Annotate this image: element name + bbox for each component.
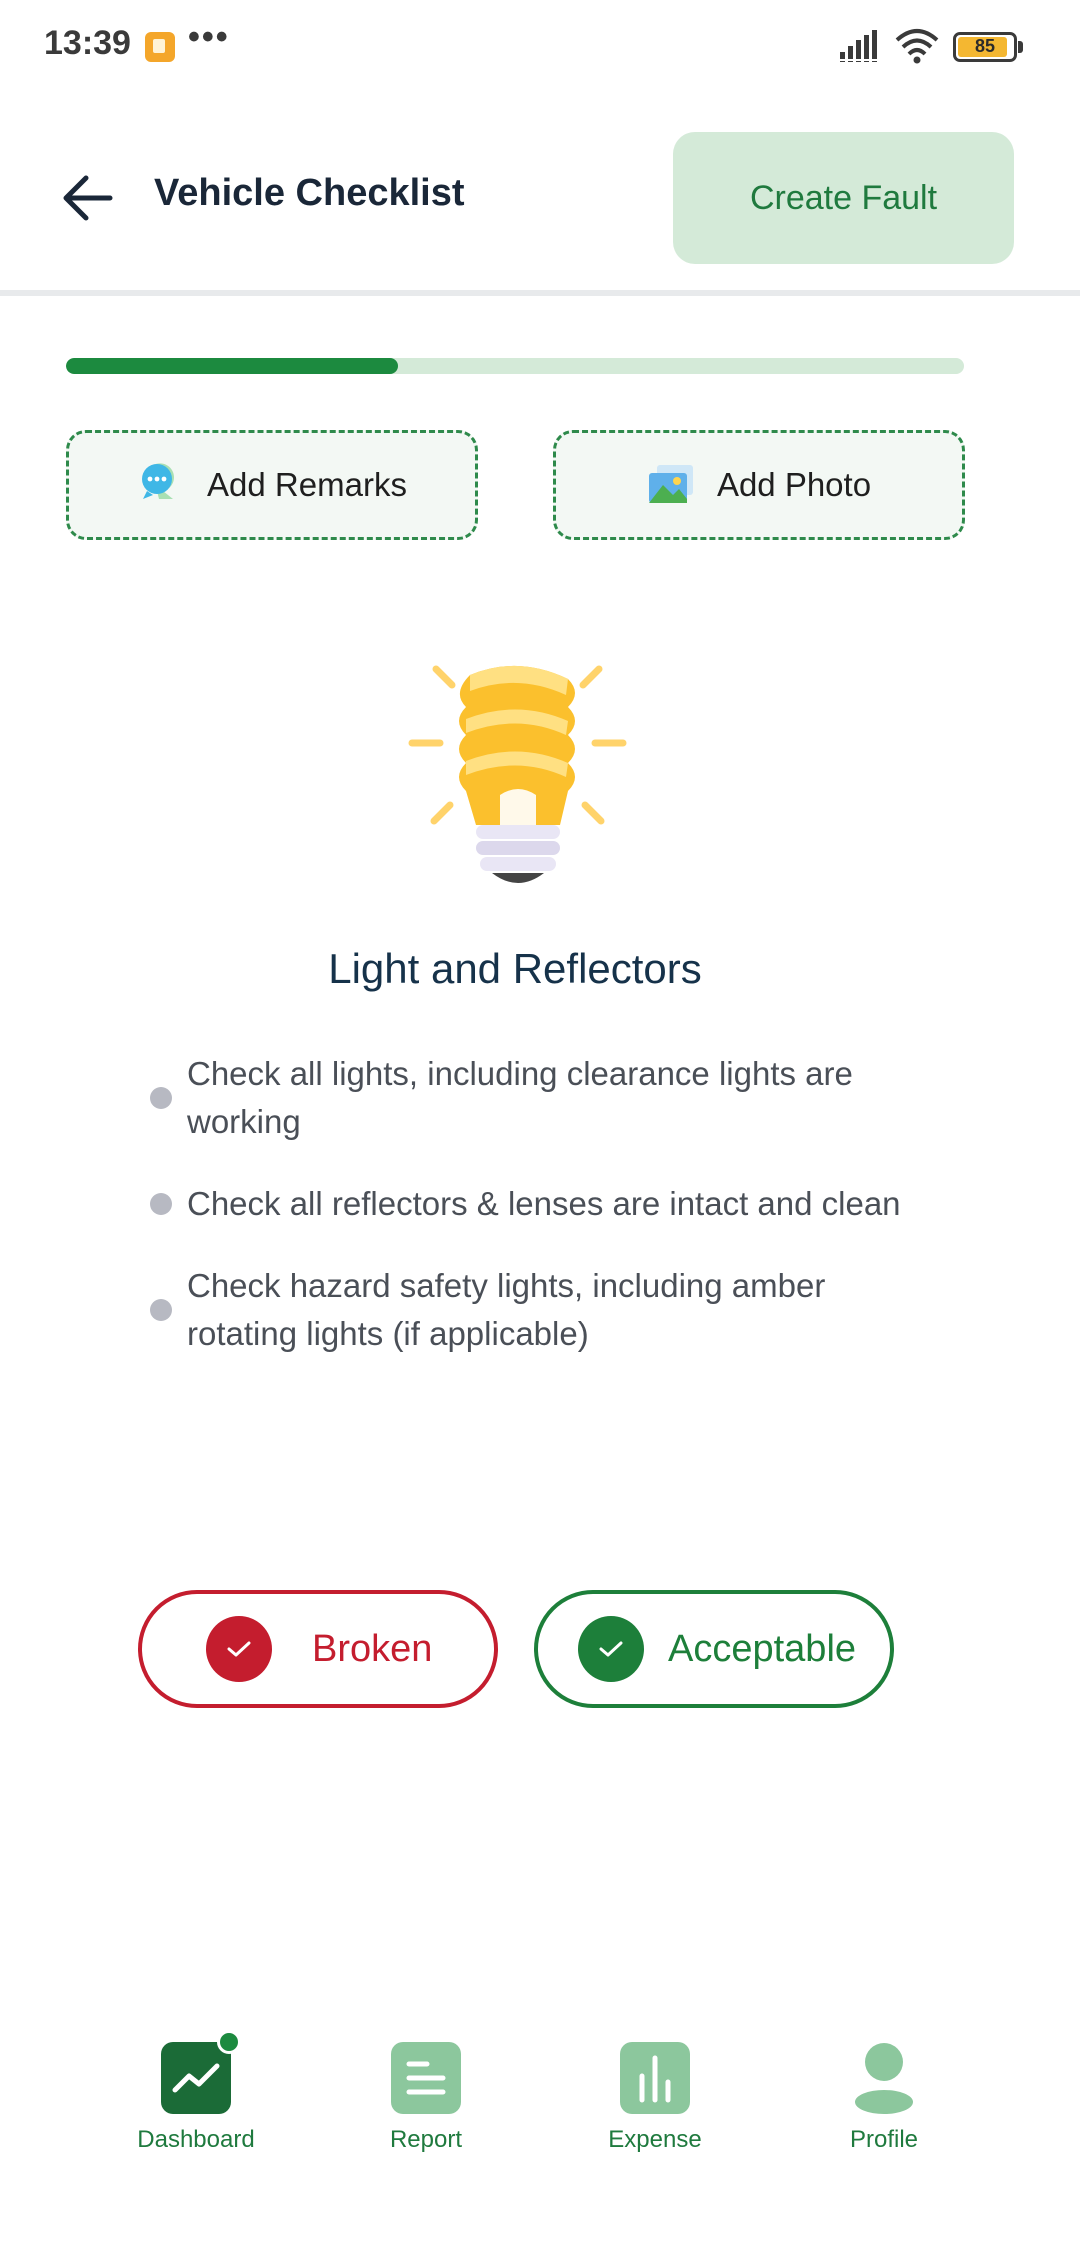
progress-fill: [66, 358, 399, 374]
check-item-text: Check all reflectors & lenses are intact…: [187, 1185, 901, 1222]
nav-label: Expense: [608, 2126, 702, 2153]
bullet-icon: [150, 1299, 172, 1321]
check-icon: [206, 1616, 272, 1682]
add-photo-button[interactable]: Add Photo: [553, 430, 965, 540]
add-photo-label: Add Photo: [716, 466, 872, 503]
app-header: Vehicle Checklist Create Fault: [0, 96, 1080, 296]
report-icon: [391, 2042, 461, 2114]
expense-icon: [620, 2042, 690, 2114]
bullet-icon: [150, 1193, 172, 1215]
check-item-text: Check all lights, including clearance li…: [187, 1055, 853, 1140]
nav-item-report[interactable]: Report: [336, 2042, 516, 2154]
checklist-progress-bar: [66, 358, 964, 374]
more-notifications-icon: •••: [188, 18, 230, 56]
nav-label: Report: [389, 2126, 463, 2153]
notification-badge: [217, 2030, 241, 2054]
battery-level: 85: [974, 36, 996, 56]
acceptable-label: Acceptable: [668, 1627, 857, 1670]
profile-icon: [849, 2042, 919, 2114]
notification-app-icon: [145, 32, 175, 62]
status-time: 13:39: [44, 24, 131, 62]
nav-label: Dashboard: [137, 2126, 255, 2153]
chat-bubble-icon: [142, 463, 175, 499]
light-bulb-icon: [408, 665, 627, 883]
bullet-icon: [150, 1087, 172, 1109]
nav-item-profile[interactable]: Profile: [794, 2042, 974, 2154]
page-title: Vehicle Checklist: [154, 172, 465, 214]
check-item-text: Check hazard safety lights, including am…: [187, 1267, 826, 1352]
status-bar: 13:39 ••• 85: [0, 0, 1080, 96]
nav-item-expense[interactable]: Expense: [565, 2042, 745, 2154]
check-list: Check all lights, including clearance li…: [150, 1050, 930, 1392]
arrow-left-icon: [63, 175, 113, 221]
bottom-navigation: Dashboard Report Expense Profile: [0, 2030, 1080, 2210]
check-item: Check hazard safety lights, including am…: [150, 1262, 930, 1358]
acceptable-button[interactable]: Acceptable: [534, 1590, 894, 1708]
check-item: Check all lights, including clearance li…: [150, 1050, 930, 1146]
create-fault-button[interactable]: Create Fault: [673, 132, 1014, 264]
broken-button[interactable]: Broken: [138, 1590, 498, 1708]
add-remarks-button[interactable]: Add Remarks: [66, 430, 478, 540]
wifi-icon: [895, 29, 939, 64]
nav-item-dashboard[interactable]: Dashboard: [106, 2030, 286, 2154]
add-remarks-label: Add Remarks: [207, 466, 407, 503]
back-button[interactable]: [52, 166, 124, 230]
nav-label: Profile: [849, 2126, 919, 2153]
signal-icon: [838, 30, 882, 62]
check-icon: [578, 1616, 644, 1682]
check-item: Check all reflectors & lenses are intact…: [150, 1180, 930, 1228]
checklist-item-title: Light and Reflectors: [328, 945, 702, 992]
photo-icon: [648, 465, 693, 503]
dashboard-icon: [161, 2030, 241, 2114]
broken-label: Broken: [312, 1627, 433, 1670]
battery-icon: 85: [953, 32, 1017, 62]
